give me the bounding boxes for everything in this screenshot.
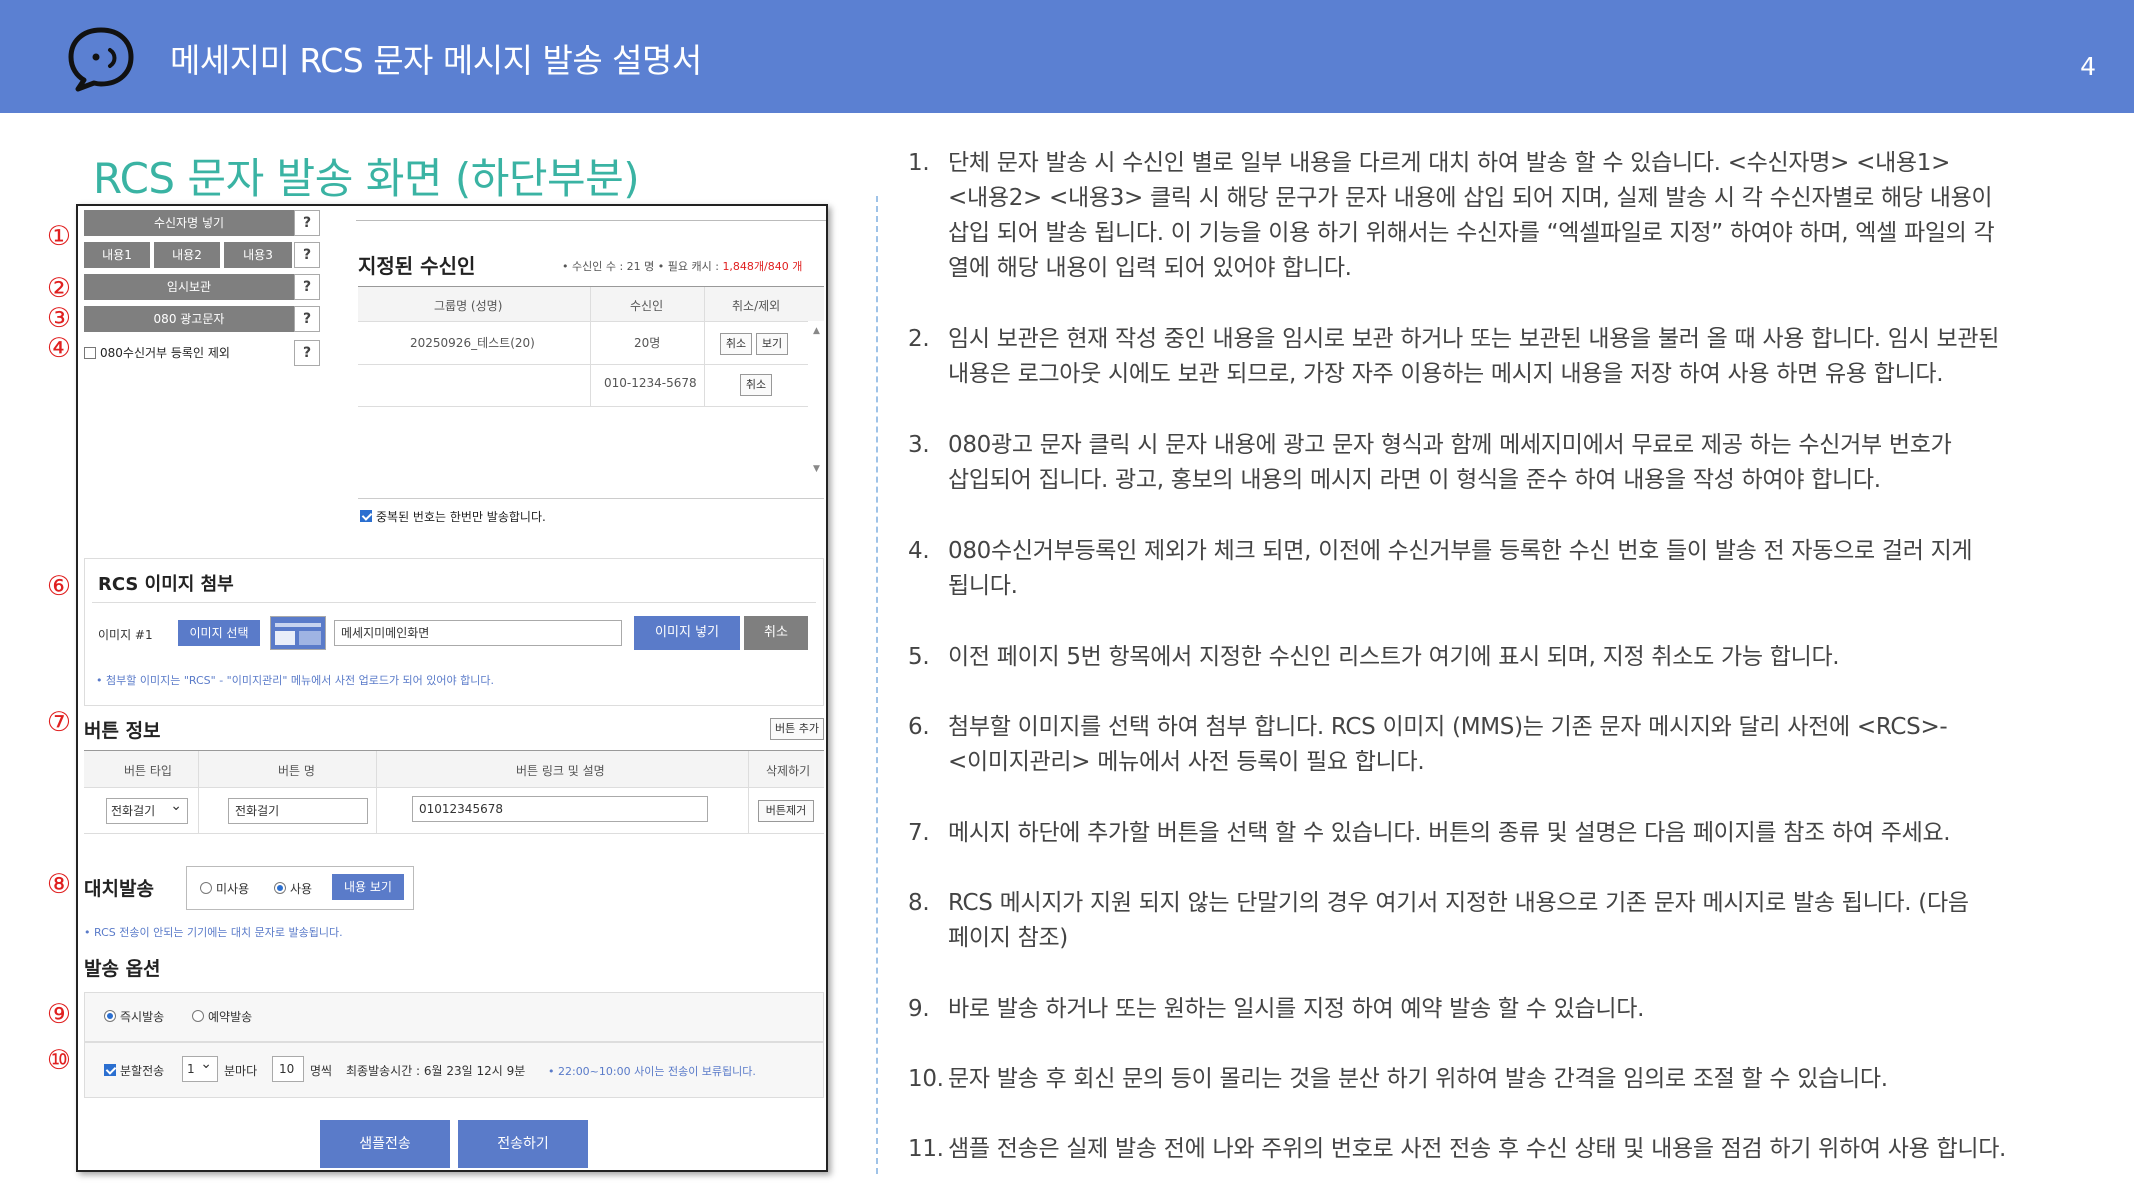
fallback-option-unused-radio[interactable] xyxy=(200,882,212,894)
recipient-row-2-number: 010-1234-5678 xyxy=(604,376,697,390)
step-8: 8. RCS 메시지가 지원 되지 않는 단말기의 경우 여기서 지정한 내용으… xyxy=(908,890,1969,951)
step-2: 2. 임시 보관은 현재 작성 중인 내용을 임시로 보관 하거나 또는 보관된… xyxy=(908,326,2000,387)
recipients-col-group: 그룹명 (성명) xyxy=(434,299,503,313)
recipient-row-1-count: 20명 xyxy=(634,336,661,350)
count-unit-label: 명씩 xyxy=(310,1064,333,1078)
speech-bubble-logo-icon xyxy=(68,27,134,92)
header-bar: 메세지미 RCS 문자 메시지 발송 설명서 4 xyxy=(0,0,2134,113)
temp-save-button[interactable]: 임시보관 xyxy=(84,274,294,300)
per-minute-label: 분마다 xyxy=(224,1064,258,1078)
button-col-delete: 삭제하기 xyxy=(766,764,811,778)
image-select-button[interactable]: 이미지 선택 xyxy=(178,620,260,646)
button-type-select[interactable]: 전화걸기 xyxy=(106,794,188,824)
step-7: 7. 메시지 하단에 추가할 버튼을 선택 할 수 있습니다. 버튼의 종류 및… xyxy=(908,820,1951,846)
help-button-4[interactable]: ? xyxy=(294,306,320,332)
step-1: 1. 단체 문자 발송 시 수신인 별로 일부 내용을 다르게 대치 하여 발송… xyxy=(908,150,1995,281)
exclude-080-label: 080수신거부 등록인 제외 xyxy=(100,346,230,360)
send-button[interactable]: 전송하기 xyxy=(458,1120,588,1168)
button-remove-button[interactable]: 버튼제거 xyxy=(758,800,814,822)
image-name-input[interactable]: 메세지미메인화면 xyxy=(334,620,622,646)
marker-8: ⑧ xyxy=(46,869,72,900)
add-button-button[interactable]: 버튼 추가 xyxy=(770,718,824,740)
fallback-option-use-radio[interactable] xyxy=(274,882,286,894)
fallback-note: • RCS 전송이 안되는 기기에는 대치 문자로 발송됩니다. xyxy=(84,926,343,939)
content2-button[interactable]: 내용2 xyxy=(154,242,220,268)
button-col-type: 버튼 타입 xyxy=(124,764,172,778)
insert-name-button[interactable]: 수신자명 넣기 xyxy=(84,210,294,236)
fallback-title: 대치발송 xyxy=(84,878,154,900)
marker-2: ② xyxy=(46,273,72,304)
fallback-view-button[interactable]: 내용 보기 xyxy=(332,874,404,900)
split-send-checkbox[interactable] xyxy=(104,1064,116,1076)
button-col-name: 버튼 명 xyxy=(278,764,315,778)
exclude-080-checkbox[interactable] xyxy=(84,347,96,359)
recipients-scrollbar[interactable]: ▲ ▼ xyxy=(812,326,822,476)
document-title: 메세지미 RCS 문자 메시지 발송 설명서 xyxy=(170,41,702,80)
content3-button[interactable]: 내용3 xyxy=(224,242,292,268)
split-send-label: 분할전송 xyxy=(120,1064,165,1078)
send-screen-screenshot: 수신자명 넣기 ? 내용1 내용2 내용3 ? 임시보관 ? 080 광고문자 … xyxy=(76,204,828,1172)
send-now-label: 즉시발송 xyxy=(120,1010,165,1024)
step-10: 10. 문자 발송 후 회신 문의 등이 몰리는 것을 분산 하기 위하여 발송… xyxy=(908,1066,1888,1092)
fallback-option-use-label: 사용 xyxy=(290,882,313,896)
help-button-3[interactable]: ? xyxy=(294,274,320,300)
marker-1: ① xyxy=(46,221,72,252)
recipient-row-1-view-button[interactable]: 보기 xyxy=(756,333,788,355)
marker-10: ⑩ xyxy=(46,1045,72,1076)
button-link-input[interactable]: 01012345678 xyxy=(412,796,708,822)
marker-7: ⑦ xyxy=(46,707,72,738)
image-cancel-button[interactable]: 취소 xyxy=(744,616,808,650)
step-6: 6. 첨부할 이미지를 선택 하여 첨부 합니다. RCS 이미지 (MMS)는… xyxy=(908,714,1948,775)
final-send-time: 최종발송시간 : 6월 23일 12시 9분 xyxy=(346,1064,526,1078)
split-count-input[interactable]: 10 xyxy=(272,1056,304,1082)
recipients-col-recipient: 수신인 xyxy=(630,299,664,313)
dedupe-label: 중복된 번호는 한번만 발송합니다. xyxy=(376,510,546,524)
dashed-divider xyxy=(876,196,878,1174)
step-5: 5. 이전 페이지 5번 항목에서 지정한 수신인 리스트가 여기에 표시 되며… xyxy=(908,644,1840,670)
recipient-row-2-cancel-button[interactable]: 취소 xyxy=(740,374,772,396)
marker-4: ④ xyxy=(46,333,72,364)
help-button-1[interactable]: ? xyxy=(294,210,320,236)
image-insert-button[interactable]: 이미지 넣기 xyxy=(634,616,740,650)
rcs-image-title: RCS 이미지 첨부 xyxy=(98,574,234,595)
recipient-row-1-cancel-button[interactable]: 취소 xyxy=(720,333,752,355)
dedupe-checkbox[interactable] xyxy=(360,510,372,522)
button-info-title: 버튼 정보 xyxy=(84,720,161,742)
image-thumbnail xyxy=(270,616,326,650)
step-9: 9. 바로 발송 하거나 또는 원하는 일시를 지정 하여 예약 발송 할 수 … xyxy=(908,996,1645,1022)
step-4: 4. 080수신거부등록인 제외가 체크 되면, 이전에 수신거부를 등록한 수… xyxy=(908,538,1973,599)
marker-3: ③ xyxy=(46,303,72,334)
section-title: RCS 문자 발송 화면 (하단부분) xyxy=(93,154,640,203)
recipient-row-1-group: 20250926_테스트(20) xyxy=(410,336,535,350)
button-name-input[interactable]: 전화걸기 xyxy=(228,798,368,824)
send-reserve-radio[interactable] xyxy=(192,1010,204,1022)
page-number: 4 xyxy=(2080,52,2096,81)
marker-9: ⑨ xyxy=(46,999,72,1030)
image-row-label: 이미지 #1 xyxy=(98,628,153,642)
sample-send-button[interactable]: 샘플전송 xyxy=(320,1120,450,1168)
recipients-title: 지정된 수신인 xyxy=(358,254,476,278)
send-reserve-label: 예약발송 xyxy=(208,1010,253,1024)
marker-6: ⑥ xyxy=(46,571,72,602)
recipients-count: • 수신인 수 : 21 명 • 필요 캐시 : 1,848개/840 개 xyxy=(562,260,803,273)
image-note: • 첨부할 이미지는 "RCS" - "이미지관리" 메뉴에서 사전 업로드가 … xyxy=(96,674,495,687)
night-hold-note: • 22:00~10:00 사이는 전송이 보류됩니다. xyxy=(548,1065,756,1078)
fallback-option-unused-label: 미사용 xyxy=(216,882,250,896)
send-now-radio[interactable] xyxy=(104,1010,116,1022)
help-button-2[interactable]: ? xyxy=(294,242,320,268)
ad-080-button[interactable]: 080 광고문자 xyxy=(84,306,294,332)
content1-button[interactable]: 내용1 xyxy=(84,242,150,268)
help-button-5[interactable]: ? xyxy=(294,340,320,366)
step-3: 3. 080광고 문자 클릭 시 문자 내용에 광고 문자 형식과 함께 메세지… xyxy=(908,432,1952,493)
step-11: 11. 샘플 전송은 실제 발송 전에 나와 주위의 번호로 사전 전송 후 수… xyxy=(908,1136,2007,1162)
split-minutes-select[interactable]: 1 xyxy=(182,1052,218,1082)
recipients-col-action: 취소/제외 xyxy=(732,299,781,313)
send-options-title: 발송 옵션 xyxy=(84,958,161,980)
button-col-link: 버튼 링크 및 설명 xyxy=(516,764,605,778)
